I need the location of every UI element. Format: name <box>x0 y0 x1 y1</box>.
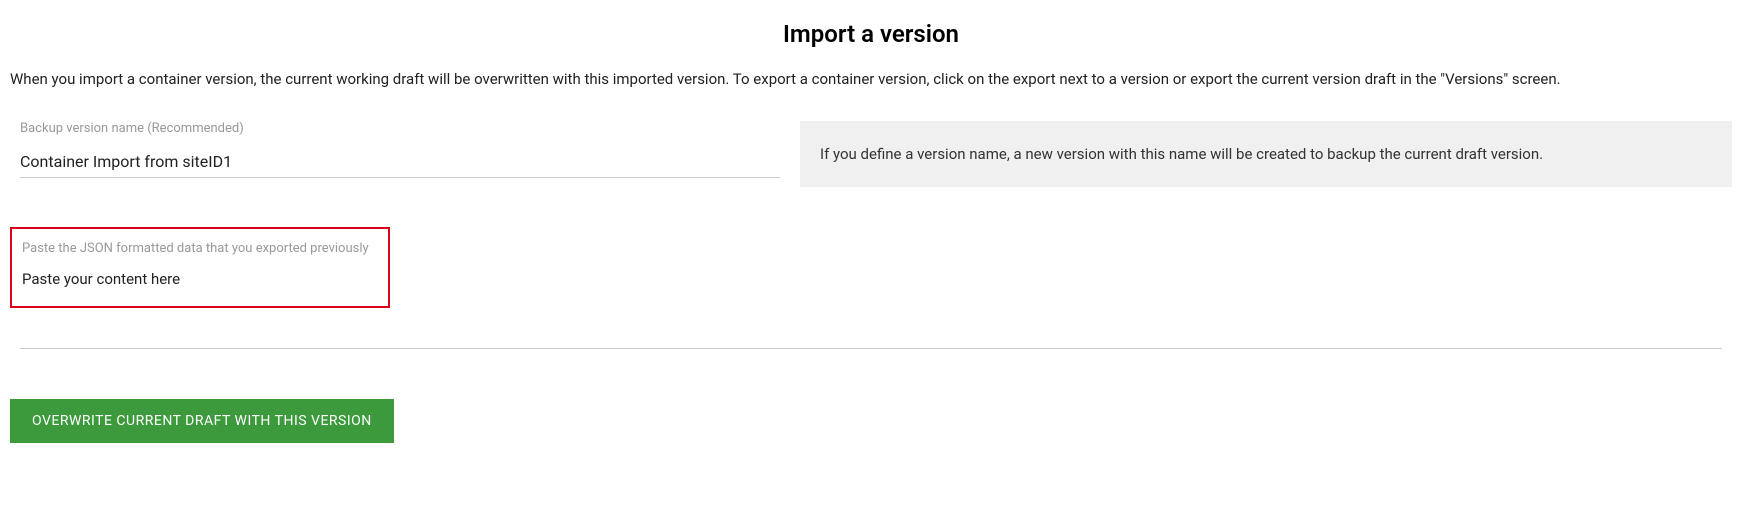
divider <box>20 348 1722 349</box>
page-title: Import a version <box>10 20 1732 48</box>
paste-json-input[interactable]: Paste your content here <box>22 270 378 288</box>
page-description: When you import a container version, the… <box>10 68 1732 91</box>
backup-info-container: If you define a version name, a new vers… <box>800 121 1732 188</box>
overwrite-button[interactable]: OVERWRITE CURRENT DRAFT WITH THIS VERSIO… <box>10 399 394 443</box>
backup-label: Backup version name (Recommended) <box>20 121 780 136</box>
backup-field-container: Backup version name (Recommended) <box>10 121 780 188</box>
backup-row: Backup version name (Recommended) If you… <box>10 121 1732 188</box>
backup-info-box: If you define a version name, a new vers… <box>800 121 1732 188</box>
paste-label: Paste the JSON formatted data that you e… <box>22 241 378 256</box>
paste-json-container: Paste the JSON formatted data that you e… <box>10 227 390 308</box>
backup-version-input[interactable] <box>20 146 780 178</box>
